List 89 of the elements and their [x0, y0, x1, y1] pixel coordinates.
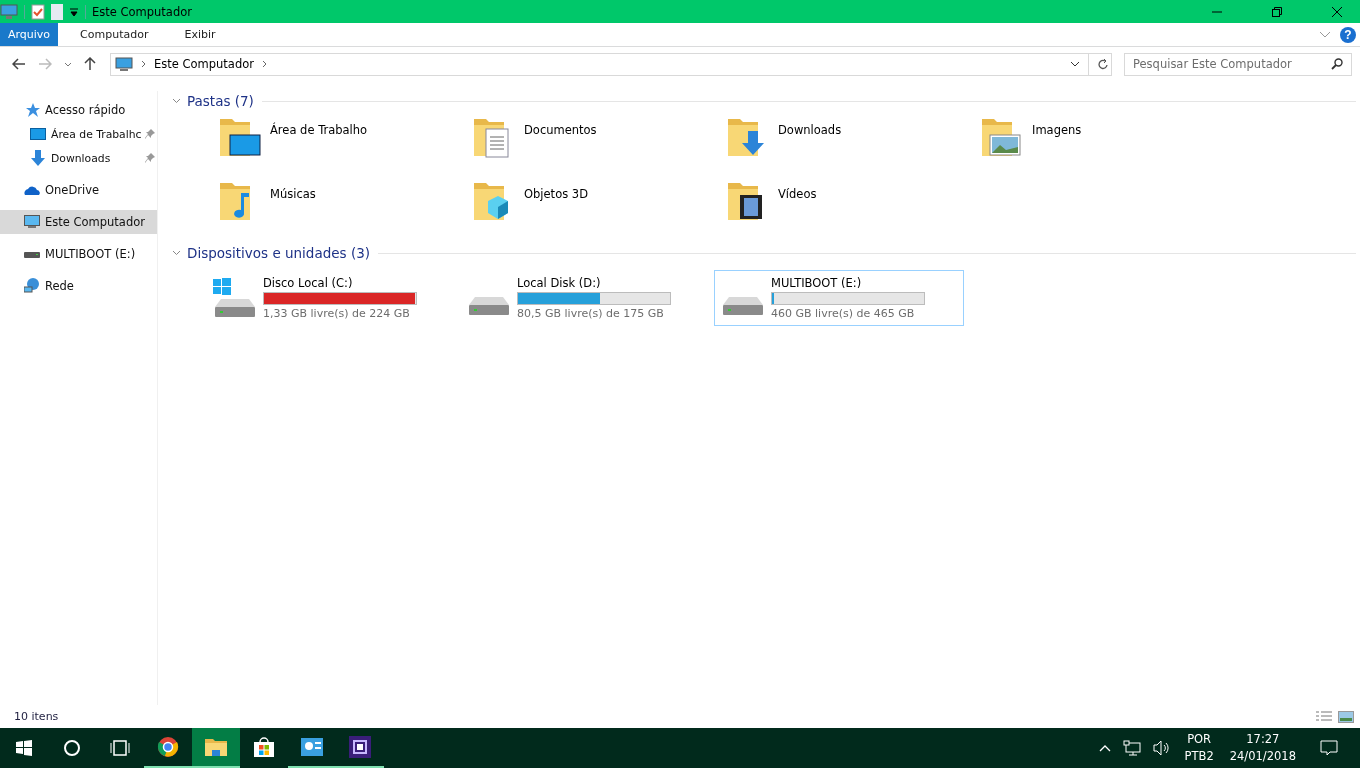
breadcrumb[interactable]: Este Computador — [154, 57, 254, 71]
search-icon — [1331, 58, 1343, 70]
sidebar-label: Área de Trabalhc — [51, 127, 142, 141]
section-header[interactable]: Pastas (7) — [168, 91, 1356, 111]
ribbon-tab[interactable]: Arquivo — [0, 23, 59, 46]
large-icons-view-icon[interactable] — [1338, 710, 1354, 723]
drive-item[interactable]: Local Disk (D:) 80,5 GB livre(s) de 175 GB — [460, 270, 710, 326]
sidebar-item[interactable]: Downloads — [0, 146, 157, 170]
refresh-icon[interactable] — [1097, 57, 1109, 71]
input-language[interactable]: POR PTB2 — [1184, 731, 1214, 765]
help-button[interactable]: ? — [1340, 26, 1356, 43]
free-space-text: 460 GB livre(s) de 465 GB — [771, 307, 916, 320]
properties-icon[interactable] — [31, 3, 45, 20]
computer-icon — [115, 56, 133, 72]
up-arrow-icon[interactable] — [84, 57, 96, 71]
chip-icon — [349, 736, 371, 758]
window-title: Este Computador — [92, 4, 192, 19]
folder-item[interactable]: Downloads — [726, 111, 980, 175]
drive-item[interactable]: MULTIBOOT (E:) 460 GB livre(s) de 465 GB — [714, 270, 964, 326]
section-title: Dispositivos e unidades (3) — [187, 245, 371, 261]
store-bag-icon — [253, 736, 275, 758]
sidebar-item[interactable]: Área de Trabalhc — [0, 122, 157, 146]
close-icon[interactable] — [1332, 6, 1342, 17]
sidebar-label: Este Computador — [45, 215, 145, 229]
folder-item[interactable]: Objetos 3D — [472, 175, 726, 239]
customize-toolbar-icon[interactable] — [69, 6, 79, 17]
sidebar-item[interactable]: OneDrive — [0, 178, 157, 202]
drive-label: Disco Local (C:) — [263, 276, 354, 290]
computer-icon — [24, 215, 40, 229]
cloud-icon — [24, 185, 40, 195]
network-icon — [24, 278, 40, 294]
search-field[interactable]: Pesquisar Este Computador — [1124, 52, 1352, 76]
computer-icon — [0, 3, 18, 20]
circle-icon — [63, 739, 81, 757]
folder-label: Documentos — [524, 122, 597, 137]
sidebar-item[interactable]: Rede — [0, 274, 157, 298]
volume-icon[interactable] — [1152, 740, 1171, 756]
drive-label: MULTIBOOT (E:) — [771, 276, 863, 290]
free-space-text: 80,5 GB livre(s) de 175 GB — [517, 307, 665, 320]
section-header[interactable]: Dispositivos e unidades (3) — [168, 243, 1356, 263]
chevron-icon — [141, 60, 146, 68]
folder-label: Músicas — [270, 186, 316, 201]
folder-label: Downloads — [778, 122, 842, 137]
desktop-icon — [30, 127, 46, 141]
browser-icon — [157, 736, 179, 758]
control-panel-icon — [301, 738, 323, 756]
sidebar-item[interactable]: MULTIBOOT (E:) — [0, 242, 157, 266]
drive-label: Local Disk (D:) — [517, 276, 602, 290]
folder-item[interactable]: Documentos — [472, 111, 726, 175]
dropdown-icon[interactable] — [1070, 61, 1080, 67]
expand-ribbon-icon[interactable] — [1320, 31, 1330, 38]
chevron-up-icon[interactable] — [1098, 744, 1111, 752]
address-bar[interactable]: Este Computador — [110, 52, 1112, 76]
minimize-icon[interactable] — [1212, 10, 1222, 13]
folder-label: Área de Trabalho — [270, 121, 368, 137]
down-arrow-icon — [30, 150, 46, 166]
drive-icon — [721, 297, 765, 315]
item-count: 10 itens — [14, 710, 59, 723]
section-title: Pastas (7) — [187, 93, 254, 109]
folder-item[interactable]: Área de Trabalho — [218, 111, 472, 175]
notifications-icon[interactable] — [1320, 740, 1338, 756]
sidebar-label: MULTIBOOT (E:) — [45, 247, 136, 261]
folder-item[interactable]: Músicas — [218, 175, 472, 239]
star-icon — [24, 102, 40, 118]
sidebar-label: Downloads — [51, 151, 111, 165]
folder-label: Objetos 3D — [524, 186, 588, 201]
folder-label: Vídeos — [778, 186, 817, 201]
sidebar-label: OneDrive — [45, 183, 100, 197]
task-view-icon — [110, 740, 130, 756]
restore-icon[interactable] — [1272, 6, 1282, 17]
folder-item[interactable]: Imagens — [980, 111, 1234, 175]
windows-drive-icon — [213, 278, 257, 318]
clock[interactable]: 17:27 24/01/2018 — [1229, 731, 1296, 765]
sidebar-item[interactable]: Acesso rápido — [0, 98, 157, 122]
sidebar-label: Rede — [45, 279, 74, 293]
back-arrow-icon[interactable] — [12, 58, 26, 70]
folder-icon — [205, 738, 227, 756]
network-icon[interactable] — [1122, 740, 1141, 756]
windows-logo-icon — [16, 740, 32, 756]
folder-item[interactable]: Vídeos — [726, 175, 980, 239]
sidebar-label: Acesso rápido — [45, 103, 126, 117]
sidebar-item[interactable]: Este Computador — [0, 210, 157, 234]
chevron-icon — [262, 60, 267, 68]
folder-label: Imagens — [1032, 122, 1082, 137]
recent-locations-icon[interactable] — [64, 61, 72, 67]
drive-icon — [24, 250, 40, 258]
drive-item[interactable]: Disco Local (C:) 1,33 GB livre(s) de 224 GB — [206, 270, 456, 326]
drive-icon — [467, 297, 511, 315]
free-space-text: 1,33 GB livre(s) de 224 GB — [263, 307, 411, 320]
